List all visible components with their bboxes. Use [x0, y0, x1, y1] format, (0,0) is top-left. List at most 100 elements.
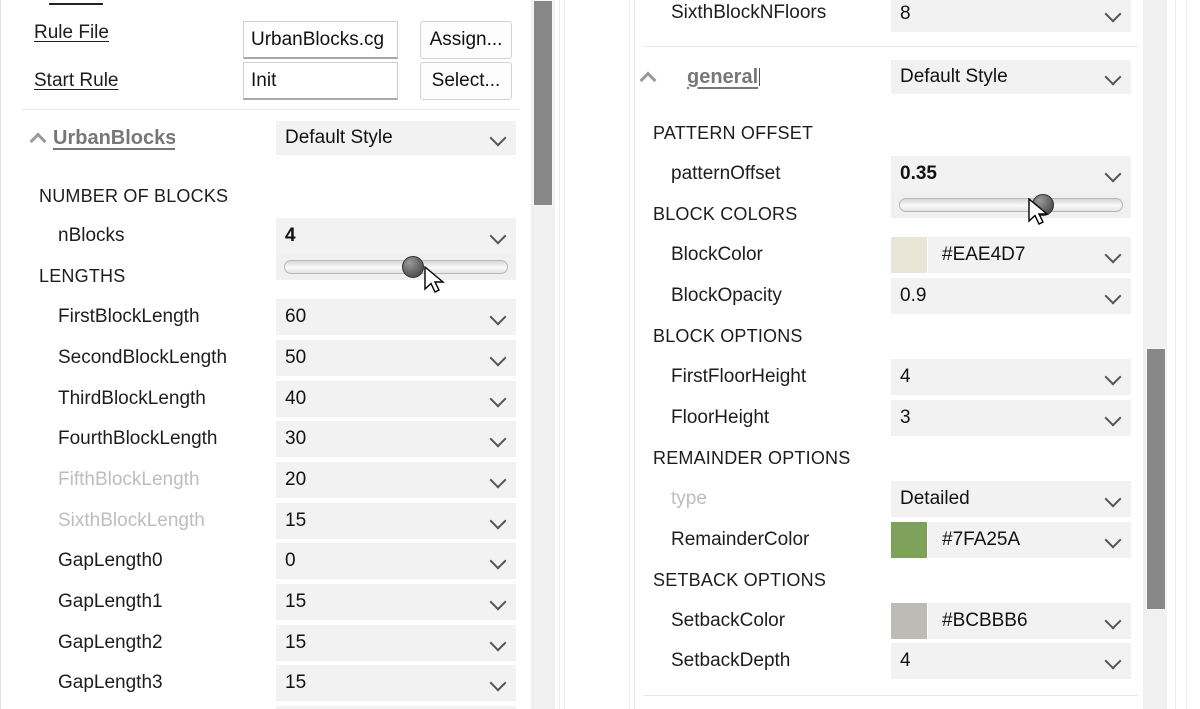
- chevron-down-icon[interactable]: [1101, 237, 1131, 273]
- attr-value-gaplength1[interactable]: 15: [276, 584, 516, 620]
- chevron-down-icon[interactable]: [486, 299, 516, 335]
- attr-value-type[interactable]: Detailed: [891, 481, 1131, 517]
- attr-value-sixthblocknfloors[interactable]: 8: [891, 0, 1131, 32]
- left-inspector-panel: Rules Rule File UrbanBlocks.cg Assign...…: [0, 0, 557, 709]
- chevron-down-icon[interactable]: [1101, 60, 1131, 94]
- attr-value-type-text: Detailed: [891, 488, 1101, 510]
- urbanblocks-rule-header[interactable]: UrbanBlocks: [27, 121, 175, 155]
- chevron-down-icon[interactable]: [486, 340, 516, 376]
- attr-label-fourthblocklength: FourthBlockLength: [58, 428, 218, 450]
- group-label-pattern-offset: PATTERN OFFSET: [653, 123, 813, 144]
- nblocks-slider[interactable]: [276, 254, 516, 280]
- urbanblocks-rule-title: UrbanBlocks: [53, 127, 175, 150]
- attr-value-sixthblocklength[interactable]: 15: [276, 503, 516, 539]
- attr-value-blockopacity[interactable]: 0.9: [891, 278, 1131, 314]
- attr-label-nblocks: nBlocks: [58, 225, 125, 247]
- chevron-down-icon[interactable]: [486, 665, 516, 701]
- attr-value-remaindercolor-text: #7FA25A: [928, 529, 1101, 551]
- attr-value-setbackcolor[interactable]: #BCBBB6: [891, 603, 1131, 639]
- urbanblocks-style-value: Default Style: [276, 127, 486, 149]
- attr-value-setbackdepth[interactable]: 4: [891, 643, 1131, 679]
- attr-label-setbackcolor: SetbackColor: [671, 610, 785, 632]
- start-rule-input[interactable]: Init: [243, 62, 398, 100]
- attr-value-blockcolor[interactable]: #EAE4D7: [891, 237, 1131, 273]
- rules-section-header[interactable]: Rules: [23, 0, 103, 10]
- attr-label-fifthblocklength: FifthBlockLength: [58, 469, 200, 491]
- divider: [643, 695, 1138, 696]
- chevron-down-icon[interactable]: [486, 584, 516, 620]
- attr-value-setbackcolor-text: #BCBBB6: [928, 610, 1101, 632]
- left-panel-scrollbar-thumb[interactable]: [533, 0, 553, 206]
- attr-value-sixthblocknfloors-text: 8: [891, 3, 1101, 25]
- gutter-rule-5: [1186, 0, 1187, 709]
- chevron-down-icon[interactable]: [1101, 481, 1131, 517]
- attr-value-firstblocklength[interactable]: 60: [276, 299, 516, 335]
- attr-label-floorheight: FloorHeight: [671, 407, 769, 429]
- chevron-down-icon[interactable]: [1101, 603, 1131, 639]
- select-start-rule-button[interactable]: Select...: [420, 62, 512, 100]
- chevron-down-icon[interactable]: [486, 462, 516, 498]
- chevron-down-icon[interactable]: [1101, 400, 1131, 436]
- chevron-up-icon[interactable]: [637, 64, 663, 90]
- attr-value-gaplength0[interactable]: 0: [276, 543, 516, 579]
- group-label-block-colors: BLOCK COLORS: [653, 204, 797, 225]
- attr-value-gaplength3[interactable]: 15: [276, 665, 516, 701]
- chevron-down-icon[interactable]: [486, 218, 516, 254]
- attr-value-firstfloorheight-text: 4: [891, 366, 1101, 388]
- nblocks-slider-track[interactable]: [284, 260, 508, 274]
- chevron-down-icon[interactable]: [486, 121, 516, 155]
- general-rule-header[interactable]: general: [637, 60, 760, 94]
- attr-label-remaindercolor: RemainderColor: [671, 529, 809, 551]
- urbanblocks-style-dropdown[interactable]: Default Style: [276, 121, 516, 155]
- attr-label-gaplength1: GapLength1: [58, 591, 163, 613]
- attr-value-fourthblocklength[interactable]: 30: [276, 421, 516, 457]
- general-style-dropdown[interactable]: Default Style: [891, 60, 1131, 94]
- attr-value-patternoffset[interactable]: 0.35: [891, 156, 1131, 192]
- chevron-up-icon[interactable]: [23, 0, 49, 6]
- attr-label-blockcolor: BlockColor: [671, 244, 763, 266]
- attr-value-fourthblocklength-text: 30: [276, 428, 486, 450]
- chevron-down-icon[interactable]: [1101, 156, 1131, 192]
- chevron-down-icon[interactable]: [1101, 522, 1131, 558]
- chevron-down-icon[interactable]: [486, 625, 516, 661]
- rule-file-input[interactable]: UrbanBlocks.cg: [243, 21, 398, 59]
- patternoffset-slider-thumb[interactable]: [1032, 194, 1054, 216]
- attr-value-floorheight[interactable]: 3: [891, 400, 1131, 436]
- remaindercolor-swatch[interactable]: [891, 522, 928, 558]
- gutter-rule-2: [564, 0, 565, 709]
- patternoffset-slider[interactable]: [891, 192, 1131, 218]
- attr-value-fifthblocklength-text: 20: [276, 469, 486, 491]
- group-label-number-of-blocks: NUMBER OF BLOCKS: [39, 186, 228, 207]
- chevron-down-icon[interactable]: [486, 543, 516, 579]
- chevron-down-icon[interactable]: [486, 421, 516, 457]
- assign-rule-file-button[interactable]: Assign...: [420, 21, 512, 59]
- attr-value-remaindercolor[interactable]: #7FA25A: [891, 522, 1131, 558]
- group-label-lengths: LENGTHS: [39, 266, 125, 287]
- setbackcolor-swatch[interactable]: [891, 603, 928, 639]
- attr-label-gaplength2: GapLength2: [58, 632, 163, 654]
- chevron-down-icon[interactable]: [1101, 643, 1131, 679]
- right-panel-scrollbar-thumb[interactable]: [1146, 348, 1166, 610]
- attr-label-patternoffset: patternOffset: [671, 163, 781, 185]
- attr-value-thirdblocklength[interactable]: 40: [276, 381, 516, 417]
- attr-value-fifthblocklength[interactable]: 20: [276, 462, 516, 498]
- chevron-down-icon[interactable]: [486, 381, 516, 417]
- chevron-down-icon[interactable]: [1101, 0, 1131, 32]
- attr-label-type: type: [671, 488, 707, 510]
- attr-value-nblocks-text: 4: [276, 225, 486, 247]
- blockcolor-swatch[interactable]: [891, 237, 928, 273]
- chevron-down-icon[interactable]: [486, 503, 516, 539]
- general-style-value: Default Style: [891, 66, 1101, 88]
- attr-value-secondblocklength[interactable]: 50: [276, 340, 516, 376]
- attr-value-thirdblocklength-text: 40: [276, 388, 486, 410]
- attr-label-setbackdepth: SetbackDepth: [671, 650, 790, 672]
- nblocks-slider-thumb[interactable]: [402, 256, 424, 278]
- attr-value-gaplength2[interactable]: 15: [276, 625, 516, 661]
- chevron-down-icon[interactable]: [1101, 359, 1131, 395]
- attr-value-nblocks[interactable]: 4: [276, 218, 516, 254]
- attr-value-blockcolor-text: #EAE4D7: [928, 244, 1101, 266]
- chevron-up-icon[interactable]: [27, 125, 53, 151]
- chevron-down-icon[interactable]: [1101, 278, 1131, 314]
- patternoffset-slider-track[interactable]: [899, 198, 1123, 212]
- attr-value-firstfloorheight[interactable]: 4: [891, 359, 1131, 395]
